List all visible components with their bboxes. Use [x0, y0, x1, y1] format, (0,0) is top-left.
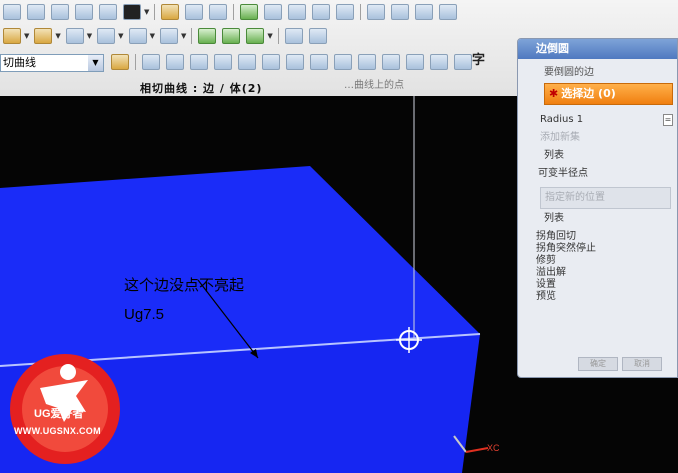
feature-icon[interactable]	[185, 4, 204, 20]
filter-icon[interactable]	[111, 54, 129, 70]
sketch-icon[interactable]	[367, 4, 386, 20]
edges-section-label: 要倒圆的边	[544, 67, 594, 78]
axis-triad-icon	[465, 447, 489, 453]
curve-icon[interactable]	[312, 4, 331, 20]
snap-point-icon[interactable]	[166, 54, 184, 70]
cube-view-icon[interactable]	[75, 4, 93, 20]
chevron-down-icon[interactable]: ▼	[144, 8, 149, 16]
axis-xc-label: XC	[487, 443, 500, 453]
annotation-version: Ug7.5	[124, 306, 165, 323]
toolbar-separator	[135, 54, 136, 70]
specify-point-field[interactable]: 指定新的位置	[540, 187, 671, 209]
annotation-note: 这个边没点不亮起	[124, 276, 245, 294]
option-preview[interactable]: 预览	[518, 291, 677, 303]
text-tool-icon[interactable]: 字	[472, 49, 485, 68]
toolbar-separator	[154, 4, 156, 20]
list-toggle[interactable]: 列表	[518, 147, 677, 165]
select-edge-label: 选择边 (0)	[561, 87, 616, 100]
snap-point-icon[interactable]	[382, 54, 400, 70]
toolbar-separator	[277, 28, 279, 44]
sketch-icon[interactable]	[439, 4, 458, 20]
cube-view-icon[interactable]	[3, 4, 21, 20]
toolbar-row-1: ▼	[0, 0, 460, 24]
feature-icon[interactable]	[3, 28, 21, 44]
edit-icon[interactable]	[198, 28, 217, 44]
render-style-icon[interactable]	[123, 4, 141, 20]
toolbar-separator	[360, 4, 362, 20]
snap-point-icon[interactable]	[262, 54, 280, 70]
toolbar-separator	[233, 4, 235, 20]
cube-view-icon[interactable]	[27, 4, 45, 20]
edit-icon[interactable]	[222, 28, 241, 44]
redo-icon[interactable]	[308, 28, 327, 44]
sketch-icon[interactable]	[391, 4, 410, 20]
solid-top-face[interactable]	[0, 166, 480, 366]
radius-label: Radius 1	[540, 114, 584, 125]
chevron-down-icon[interactable]: ▼	[181, 32, 186, 40]
chevron-down-icon[interactable]: ▼	[88, 55, 103, 71]
toolbar-row-2: ▼ ▼ ▼ ▼ ▼ ▼ ▼	[0, 24, 330, 48]
toolbar-row-3	[108, 50, 475, 74]
curve-icon[interactable]	[336, 4, 355, 20]
curve-icon[interactable]	[288, 4, 307, 20]
snap-point-icon[interactable]	[214, 54, 232, 70]
ok-button[interactable]: 确定	[578, 357, 618, 371]
variable-radius-section[interactable]: 可变半径点	[518, 165, 677, 183]
toolbar-separator	[191, 28, 193, 44]
radius-options-icon[interactable]: =	[663, 114, 673, 126]
snap-point-icon[interactable]	[238, 54, 256, 70]
chevron-down-icon[interactable]: ▼	[87, 32, 92, 40]
selection-prompt: 相切曲线 : 边 / 体(2)	[140, 82, 263, 95]
radius-row: Radius 1 =	[518, 111, 677, 129]
feature-icon[interactable]	[161, 4, 180, 20]
option-trim[interactable]: 修剪	[518, 255, 677, 267]
curve-type-value: 切曲线	[3, 56, 36, 69]
options-list: 拐角回切 拐角突然停止 修剪 溢出解 设置 预览	[518, 231, 677, 303]
chevron-down-icon[interactable]: ▼	[55, 32, 60, 40]
cube-view-icon[interactable]	[51, 4, 69, 20]
add-new-set-button[interactable]: 添加新集	[518, 129, 677, 147]
select-edge-button[interactable]: ✱ 选择边 (0)	[544, 83, 673, 105]
cube-view-icon[interactable]	[430, 54, 448, 70]
dialog-footer: 确定 取消	[578, 357, 662, 371]
sketch-icon[interactable]	[415, 4, 434, 20]
cancel-button[interactable]: 取消	[622, 357, 662, 371]
snap-point-icon[interactable]	[406, 54, 424, 70]
curve-icon[interactable]	[240, 4, 259, 20]
curve-icon[interactable]	[264, 4, 283, 20]
cube-view-icon[interactable]	[99, 4, 117, 20]
cube-view-icon[interactable]	[454, 54, 472, 70]
feature-icon[interactable]	[159, 28, 178, 44]
edit-icon[interactable]	[246, 28, 265, 44]
option-stop-short[interactable]: 拐角突然停止	[518, 243, 677, 255]
logo-figure-head	[60, 364, 76, 380]
feature-icon[interactable]	[128, 28, 147, 44]
curve-type-select[interactable]: 切曲线 ▼	[0, 54, 104, 72]
snap-point-icon[interactable]	[310, 54, 328, 70]
chevron-down-icon[interactable]: ▼	[118, 32, 123, 40]
required-star-icon: ✱	[549, 87, 559, 100]
option-corner-setback[interactable]: 拐角回切	[518, 231, 677, 243]
chevron-down-icon[interactable]: ▼	[24, 32, 29, 40]
feature-icon[interactable]	[65, 28, 84, 44]
feature-icon[interactable]	[97, 28, 116, 44]
selection-prompt-secondary: …曲线上的点	[344, 80, 404, 91]
undo-icon[interactable]	[284, 28, 303, 44]
snap-point-icon[interactable]	[358, 54, 376, 70]
option-overflow[interactable]: 溢出解	[518, 267, 677, 279]
logo-brand: UG爱好者	[34, 408, 84, 420]
snap-point-icon[interactable]	[190, 54, 208, 70]
chevron-down-icon[interactable]: ▼	[267, 32, 272, 40]
snap-point-icon[interactable]	[142, 54, 160, 70]
list-toggle[interactable]: 列表	[518, 211, 677, 227]
logo-url: WWW.UGSNX.COM	[14, 426, 101, 436]
edge-blend-dialog: 边倒圆 要倒圆的边 ✱ 选择边 (0) Radius 1 = 添加新集 列表 可变…	[517, 38, 678, 378]
dialog-title[interactable]: 边倒圆	[518, 39, 677, 59]
chevron-down-icon[interactable]: ▼	[150, 32, 155, 40]
snap-point-icon[interactable]	[334, 54, 352, 70]
option-settings[interactable]: 设置	[518, 279, 677, 291]
feature-icon[interactable]	[209, 4, 228, 20]
snap-point-icon[interactable]	[286, 54, 304, 70]
feature-icon[interactable]	[34, 28, 53, 44]
